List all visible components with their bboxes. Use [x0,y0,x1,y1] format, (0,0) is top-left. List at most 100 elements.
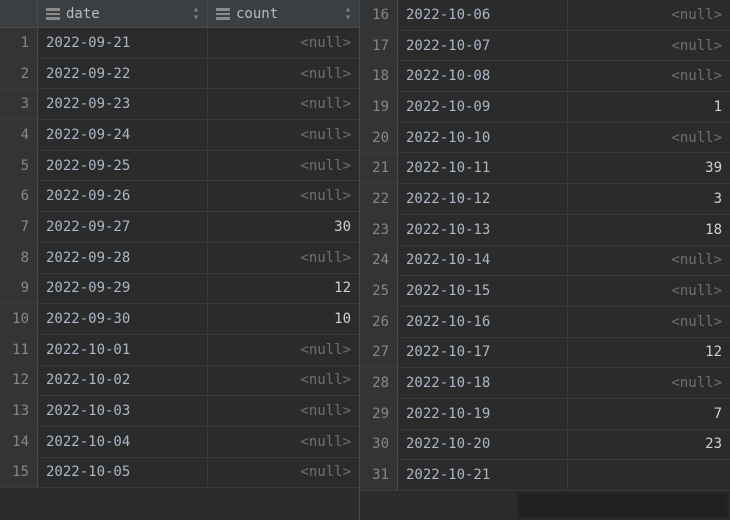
cell-date[interactable]: 2022-10-18 [398,368,568,398]
cell-count[interactable]: 12 [208,274,359,304]
row-number[interactable]: 16 [360,0,398,30]
table-row[interactable]: 72022-09-2730 [0,212,359,243]
cell-count[interactable]: <null> [208,181,359,211]
row-number[interactable]: 14 [0,427,38,457]
row-number[interactable]: 28 [360,368,398,398]
cell-count[interactable]: <null> [208,335,359,365]
cell-date[interactable]: 2022-10-12 [398,184,568,214]
sort-icon[interactable]: ▴▾ [345,6,351,22]
cell-count[interactable]: 39 [568,153,730,183]
table-row[interactable]: 252022-10-15<null> [360,276,730,307]
cell-count[interactable]: <null> [568,307,730,337]
table-row[interactable]: 42022-09-24<null> [0,120,359,151]
cell-date[interactable]: 2022-09-27 [38,212,208,242]
cell-count[interactable]: <null> [208,243,359,273]
cell-date[interactable]: 2022-10-20 [398,430,568,460]
table-row[interactable]: 202022-10-10<null> [360,123,730,154]
cell-date[interactable]: 2022-10-15 [398,276,568,306]
table-row[interactable]: 92022-09-2912 [0,274,359,305]
row-number[interactable]: 13 [0,396,38,426]
row-number[interactable]: 4 [0,120,38,150]
row-number[interactable]: 17 [360,31,398,61]
row-number[interactable]: 20 [360,123,398,153]
cell-count[interactable]: <null> [568,368,730,398]
table-row[interactable]: 142022-10-04<null> [0,427,359,458]
cell-date[interactable]: 2022-10-04 [38,427,208,457]
row-number[interactable]: 25 [360,276,398,306]
row-number[interactable]: 1 [0,28,38,58]
table-row[interactable]: 192022-10-091 [360,92,730,123]
row-number[interactable]: 12 [0,366,38,396]
table-row[interactable]: 312022-10-21 [360,460,730,491]
row-number[interactable]: 15 [0,458,38,488]
table-row[interactable]: 292022-10-197 [360,399,730,430]
cell-count[interactable]: <null> [208,89,359,119]
cell-date[interactable]: 2022-10-10 [398,123,568,153]
row-number[interactable]: 27 [360,338,398,368]
cell-date[interactable]: 2022-10-09 [398,92,568,122]
table-row[interactable]: 272022-10-1712 [360,338,730,369]
row-number[interactable]: 26 [360,307,398,337]
cell-count[interactable]: <null> [208,28,359,58]
cell-date[interactable]: 2022-09-24 [38,120,208,150]
cell-date[interactable]: 2022-10-05 [38,458,208,488]
cell-count[interactable]: <null> [568,0,730,30]
cell-count[interactable]: 12 [568,338,730,368]
cell-count[interactable]: <null> [568,31,730,61]
table-row[interactable]: 232022-10-1318 [360,215,730,246]
row-number[interactable]: 3 [0,89,38,119]
cell-count[interactable]: <null> [208,458,359,488]
table-row[interactable]: 122022-10-02<null> [0,366,359,397]
cell-count[interactable]: 18 [568,215,730,245]
cell-date[interactable]: 2022-10-16 [398,307,568,337]
table-row[interactable]: 152022-10-05<null> [0,458,359,489]
cell-count[interactable]: 1 [568,92,730,122]
cell-count[interactable]: <null> [208,120,359,150]
cell-date[interactable]: 2022-10-21 [398,460,568,490]
cell-count[interactable]: 30 [208,212,359,242]
cell-date[interactable]: 2022-09-28 [38,243,208,273]
cell-count[interactable]: <null> [208,396,359,426]
cell-date[interactable]: 2022-10-01 [38,335,208,365]
table-row[interactable]: 32022-09-23<null> [0,89,359,120]
cell-date[interactable]: 2022-09-30 [38,304,208,334]
row-number[interactable]: 30 [360,430,398,460]
row-number[interactable]: 2 [0,59,38,89]
cell-count[interactable] [568,460,730,490]
sort-icon[interactable]: ▴▾ [193,6,199,22]
cell-count[interactable]: <null> [208,427,359,457]
cell-count[interactable]: 3 [568,184,730,214]
column-header-count[interactable]: count ▴▾ [208,0,359,27]
cell-count[interactable]: <null> [568,276,730,306]
cell-count[interactable]: <null> [208,151,359,181]
row-number[interactable]: 7 [0,212,38,242]
table-row[interactable]: 82022-09-28<null> [0,243,359,274]
cell-count[interactable]: <null> [208,366,359,396]
cell-count[interactable]: 10 [208,304,359,334]
column-header-date[interactable]: date ▴▾ [38,0,208,27]
row-number[interactable]: 11 [0,335,38,365]
table-row[interactable]: 302022-10-2023 [360,430,730,461]
table-row[interactable]: 262022-10-16<null> [360,307,730,338]
cell-count[interactable]: <null> [208,59,359,89]
cell-date[interactable]: 2022-10-06 [398,0,568,30]
cell-date[interactable]: 2022-09-23 [38,89,208,119]
table-row[interactable]: 172022-10-07<null> [360,31,730,62]
cell-date[interactable]: 2022-10-17 [398,338,568,368]
cell-count[interactable]: <null> [568,61,730,91]
cell-count[interactable]: 23 [568,430,730,460]
table-row[interactable]: 52022-09-25<null> [0,151,359,182]
table-row[interactable]: 112022-10-01<null> [0,335,359,366]
cell-date[interactable]: 2022-10-07 [398,31,568,61]
row-number[interactable]: 9 [0,274,38,304]
cell-count[interactable]: <null> [568,123,730,153]
row-number[interactable]: 23 [360,215,398,245]
table-row[interactable]: 162022-10-06<null> [360,0,730,31]
cell-count[interactable]: <null> [568,246,730,276]
row-number[interactable]: 19 [360,92,398,122]
table-row[interactable]: 282022-10-18<null> [360,368,730,399]
cell-date[interactable]: 2022-09-21 [38,28,208,58]
row-number[interactable]: 6 [0,181,38,211]
row-number[interactable]: 10 [0,304,38,334]
row-number[interactable]: 29 [360,399,398,429]
